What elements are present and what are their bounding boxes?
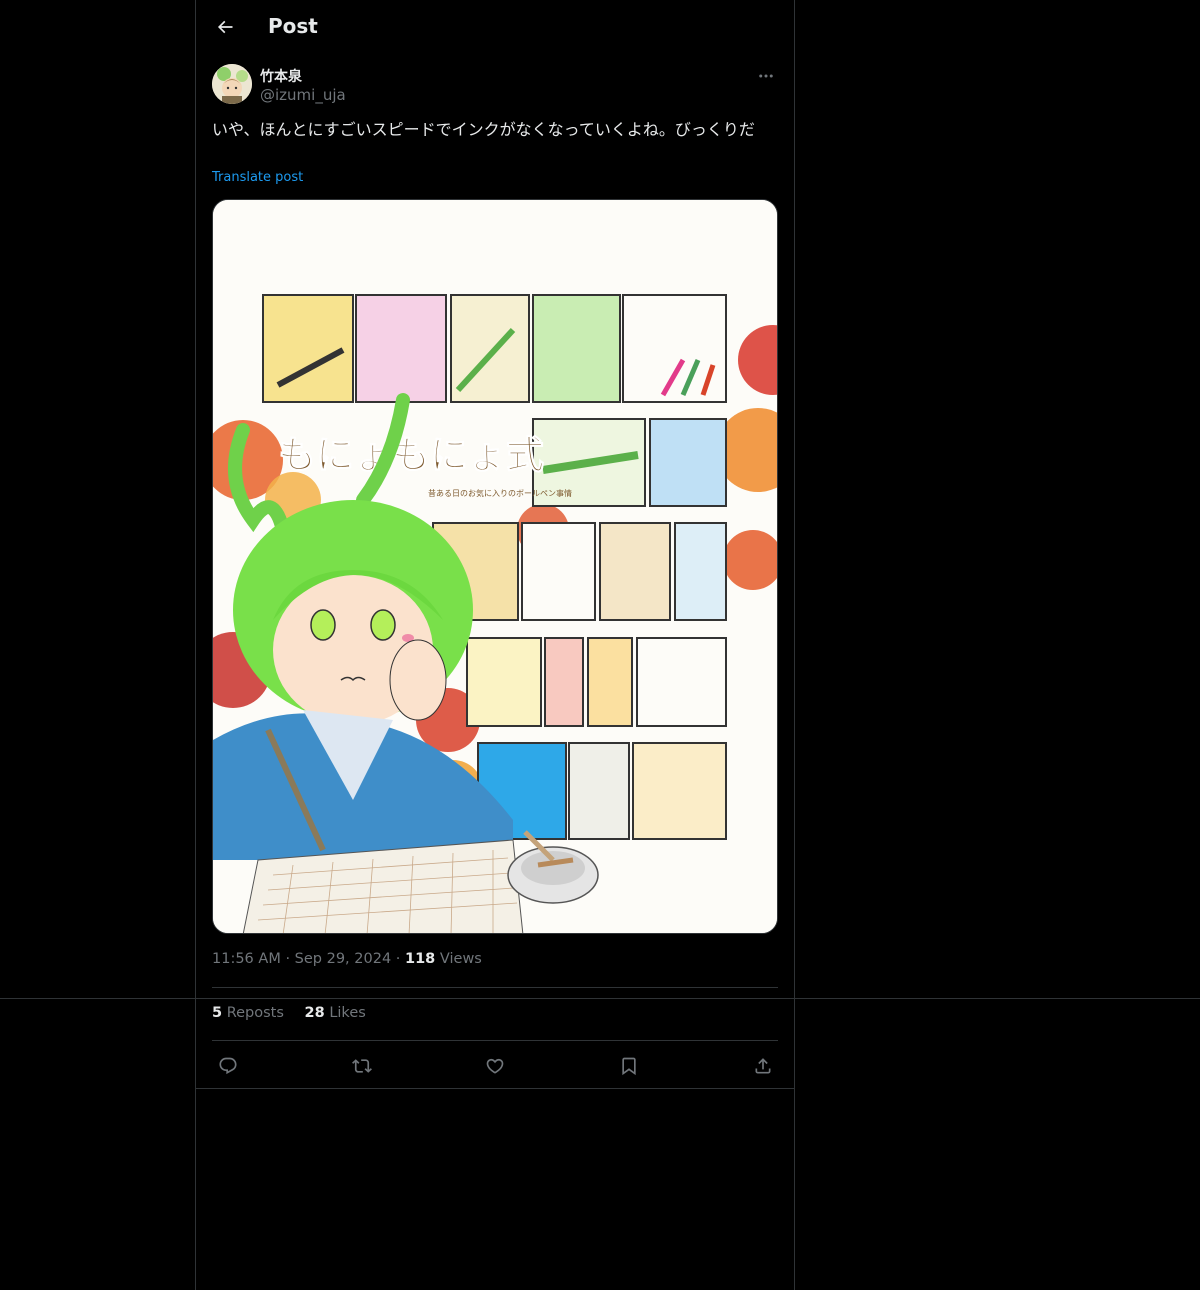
full-width-divider xyxy=(0,998,1200,999)
likes-stat[interactable]: 28 Likes xyxy=(305,1005,366,1021)
like-button[interactable] xyxy=(479,1050,511,1082)
arrow-left-icon xyxy=(217,20,233,34)
author-handle[interactable]: @izumi_uja xyxy=(260,86,346,104)
post-time[interactable]: 11:56 AM xyxy=(212,951,281,967)
page-title: Post xyxy=(268,14,318,38)
post-meta: 11:56 AM · Sep 29, 2024 · 118 Views xyxy=(212,951,482,967)
post-author: 竹本泉 @izumi_uja xyxy=(212,64,778,108)
post-text: いや、ほんとにすごいスピードでインクがなくなっていくよね。びっくりだ xyxy=(212,120,755,139)
likes-label: Likes xyxy=(329,1005,366,1021)
main-column: Post 竹本泉 @izumi_uja いや、ほんとにすごいスピードでインクがな… xyxy=(0,0,1200,1290)
top-bar: Post xyxy=(196,0,794,53)
likes-count: 28 xyxy=(304,1005,325,1021)
divider xyxy=(212,987,778,988)
meta-separator: · xyxy=(285,951,291,967)
post-stats: 5 Reposts 28 Likes xyxy=(212,1005,382,1021)
views-count: 118 xyxy=(405,951,436,967)
share-icon xyxy=(755,1058,771,1074)
reply-button[interactable] xyxy=(212,1050,244,1082)
more-options-button[interactable] xyxy=(754,64,778,88)
back-button[interactable] xyxy=(208,10,242,44)
avatar-image xyxy=(212,64,252,104)
comic-illustration: もにょもにょ式 昔ある日のお気に入りのボールペン事情 xyxy=(213,200,777,933)
views-label: Views xyxy=(439,951,482,967)
reposts-count: 5 xyxy=(212,1005,223,1021)
reply-icon xyxy=(219,1057,237,1075)
more-horizontal-icon xyxy=(759,74,773,78)
meta-separator: · xyxy=(395,951,401,967)
translate-post-link[interactable]: Translate post xyxy=(212,170,303,185)
post-image[interactable]: もにょもにょ式 昔ある日のお気に入りのボールペン事情 xyxy=(212,199,778,934)
heart-icon xyxy=(486,1058,504,1074)
divider xyxy=(196,1088,794,1089)
comic-title: もにょもにょ式 xyxy=(278,433,544,477)
avatar[interactable] xyxy=(212,64,252,104)
comic-subtitle: 昔ある日のお気に入りのボールペン事情 xyxy=(428,488,572,498)
reposts-label: Reposts xyxy=(226,1005,284,1021)
divider xyxy=(212,1040,778,1041)
bookmark-icon xyxy=(622,1057,636,1076)
reposts-stat[interactable]: 5 Reposts xyxy=(212,1005,289,1021)
share-button[interactable] xyxy=(747,1050,779,1082)
bookmark-button[interactable] xyxy=(613,1050,645,1082)
post-date[interactable]: Sep 29, 2024 xyxy=(295,951,392,967)
author-display-name[interactable]: 竹本泉 xyxy=(260,66,302,86)
repost-icon xyxy=(352,1059,372,1073)
repost-button[interactable] xyxy=(346,1050,378,1082)
action-bar xyxy=(212,1050,778,1082)
